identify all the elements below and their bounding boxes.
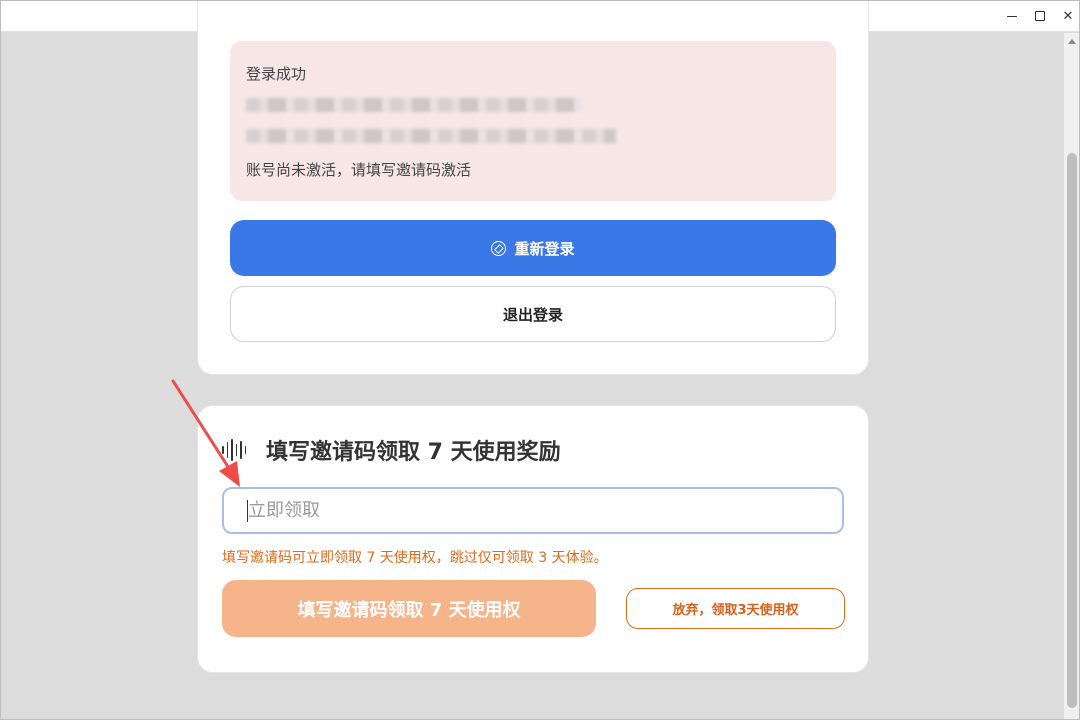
section-title: 填写邀请码领取 7 天使用奖励 (266, 440, 561, 465)
relogin-button[interactable]: 重新登录 (230, 220, 836, 276)
scroll-up-icon[interactable] (1068, 39, 1076, 44)
claim-label: 填写邀请码领取 7 天使用权 (297, 599, 521, 621)
login-notice: 登录成功 账号尚未激活，请填写邀请码激活 (230, 41, 836, 201)
minimize-button[interactable] (998, 5, 1026, 27)
minimize-icon (1007, 15, 1017, 17)
redacted-line (246, 129, 616, 143)
vertical-scrollbar[interactable] (1064, 33, 1079, 719)
redacted-line (246, 98, 581, 112)
claim-7-days-button[interactable]: 填写邀请码领取 7 天使用权 (222, 580, 596, 637)
notice-title: 登录成功 (246, 65, 307, 83)
relogin-label: 重新登录 (514, 239, 575, 258)
compass-icon (491, 240, 507, 256)
skip-label: 放弃，领取3天使用权 (672, 603, 799, 618)
maximize-button[interactable] (1026, 5, 1054, 27)
invite-code-card: 填写邀请码领取 7 天使用奖励 填写邀请码可立即领取 7 天使用权，跳过仅可领取… (197, 405, 869, 673)
section-header: 填写邀请码领取 7 天使用奖励 (222, 434, 561, 466)
close-icon: ✕ (1062, 8, 1074, 24)
text-caret (247, 500, 248, 522)
invite-hint: 填写邀请码可立即领取 7 天使用权，跳过仅可领取 3 天体验。 (222, 550, 608, 566)
waveform-icon (222, 439, 246, 461)
login-status-card: 登录成功 账号尚未激活，请填写邀请码激活 重新登录 退出登录 (197, 1, 869, 375)
logout-button[interactable]: 退出登录 (230, 286, 836, 342)
skip-claim-3-days-button[interactable]: 放弃，领取3天使用权 (626, 588, 845, 629)
scroll-thumb[interactable] (1067, 153, 1077, 708)
close-button[interactable]: ✕ (1054, 5, 1079, 27)
app-window: ✕ 登录成功 账号尚未激活，请填写邀请码激活 重新登录 退出登录 填写邀请码领取… (0, 0, 1080, 720)
maximize-icon (1035, 11, 1045, 21)
logout-label: 退出登录 (502, 305, 563, 324)
notice-message: 账号尚未激活，请填写邀请码激活 (246, 161, 472, 179)
invite-code-input[interactable] (222, 487, 844, 534)
